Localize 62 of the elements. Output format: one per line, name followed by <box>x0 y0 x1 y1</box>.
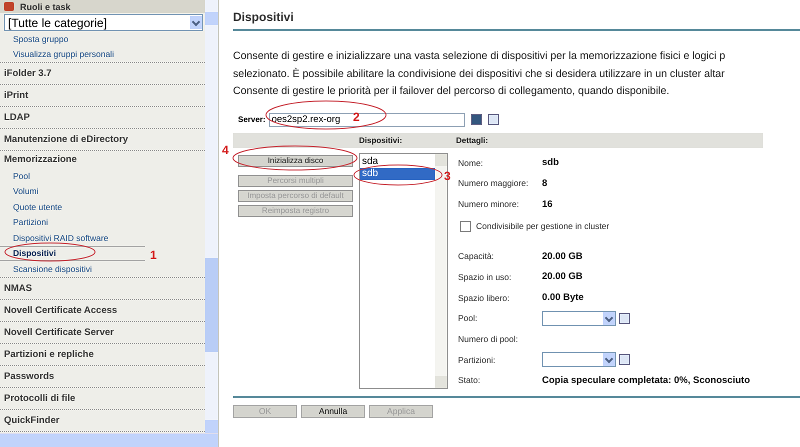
category-heading[interactable]: LDAP <box>0 107 205 128</box>
column-header: Dettagli: <box>456 136 488 144</box>
task-link[interactable]: Volumi <box>0 184 205 199</box>
task-link[interactable]: Scansione dispositivi <box>0 261 205 276</box>
task-link[interactable]: Visualizza gruppi personali <box>0 46 205 62</box>
task-link[interactable]: Dispositivi <box>0 246 145 261</box>
dropdown-field[interactable] <box>542 310 616 326</box>
category-heading[interactable]: Partizioni e repliche <box>0 344 205 364</box>
field-label: Pool: <box>458 313 478 324</box>
field-value: 8 <box>542 178 548 189</box>
field-label: Numero minore: <box>458 199 520 210</box>
field-label: Spazio libero: <box>458 292 511 303</box>
field-value: Copia speculare completata: 0%, Sconosciuto <box>542 374 750 386</box>
description-text: Consente di gestire e inizializzare una vasta selezione di dispositivi per la memorizzazione fisici e logici p <box>233 49 726 64</box>
device-item[interactable]: sda <box>360 156 435 168</box>
field-label: Numero di pool: <box>458 334 520 344</box>
task-link[interactable]: Sposta gruppo <box>0 31 205 46</box>
task-link[interactable]: Pool <box>0 168 205 184</box>
field-label: Capacità: <box>458 251 495 262</box>
category-heading[interactable]: NMAS <box>0 278 205 298</box>
category-heading[interactable]: Passwords <box>0 366 205 386</box>
field-value: 0.00 Byte <box>542 292 584 304</box>
action-button[interactable]: Inizializza disco <box>238 154 353 166</box>
annotation-number: 4 <box>222 143 229 157</box>
field-label: Spazio in uso: <box>458 272 512 282</box>
panel-title: Ruoli e task <box>20 2 71 12</box>
column-header: Dispositivi: <box>359 136 404 144</box>
scrollbar-thumb[interactable] <box>205 258 218 352</box>
category-heading[interactable]: Memorizzazione <box>0 151 205 168</box>
category-heading[interactable]: iFolder 3.7 <box>0 63 205 84</box>
category-heading[interactable]: iPrint <box>0 85 205 106</box>
field-value: 20.00 GB <box>542 271 583 282</box>
description-text: selezionato. È possibile abilitare la condivisione dei dispositivi che si desidera utilizzare in un cluster altar <box>233 66 726 82</box>
annotation-number: 3 <box>444 169 451 183</box>
description-text: Consente di gestire le priorità per il failover del percorso di collegamento, quando disponibile. <box>233 84 670 99</box>
field-label: Stato: <box>458 375 482 386</box>
field-label: Numero maggiore: <box>458 178 530 188</box>
checkbox-label: Condivisibile per gestione in cluster <box>476 221 610 232</box>
device-item[interactable]: sdb <box>360 168 435 180</box>
horizontal-scrollbar[interactable] <box>0 433 218 447</box>
dropdown-field[interactable] <box>542 352 616 368</box>
annotation-number: 2 <box>353 110 360 124</box>
category-dropdown[interactable]: [Tutte le categorie] <box>4 14 203 31</box>
checkbox[interactable] <box>460 220 471 232</box>
category-heading[interactable]: Manutenzione di eDirectory <box>0 129 205 150</box>
vertical-scrollbar[interactable] <box>205 0 218 433</box>
category-heading[interactable]: QuickFinder <box>0 410 205 430</box>
task-link[interactable]: Partizioni <box>0 214 205 230</box>
task-link[interactable]: Dispositivi RAID software <box>0 230 205 246</box>
page-title: Dispositivi <box>233 10 800 31</box>
category-heading[interactable]: Novell Certificate Access <box>0 300 205 320</box>
field-label: Nome: <box>458 158 484 168</box>
field-label: Partizioni: <box>458 354 496 365</box>
server-label: Server: <box>238 115 266 124</box>
field-value: 20.00 GB <box>542 250 583 262</box>
field-value: sdb <box>542 157 559 168</box>
category-heading[interactable]: Novell Certificate Server <box>0 322 205 342</box>
category-heading[interactable]: Protocolli di file <box>0 388 205 408</box>
task-link[interactable]: Quote utente <box>0 199 205 214</box>
field-value: 16 <box>542 198 553 210</box>
annotation-number: 1 <box>150 248 157 262</box>
form-button[interactable]: Annulla <box>301 404 365 418</box>
